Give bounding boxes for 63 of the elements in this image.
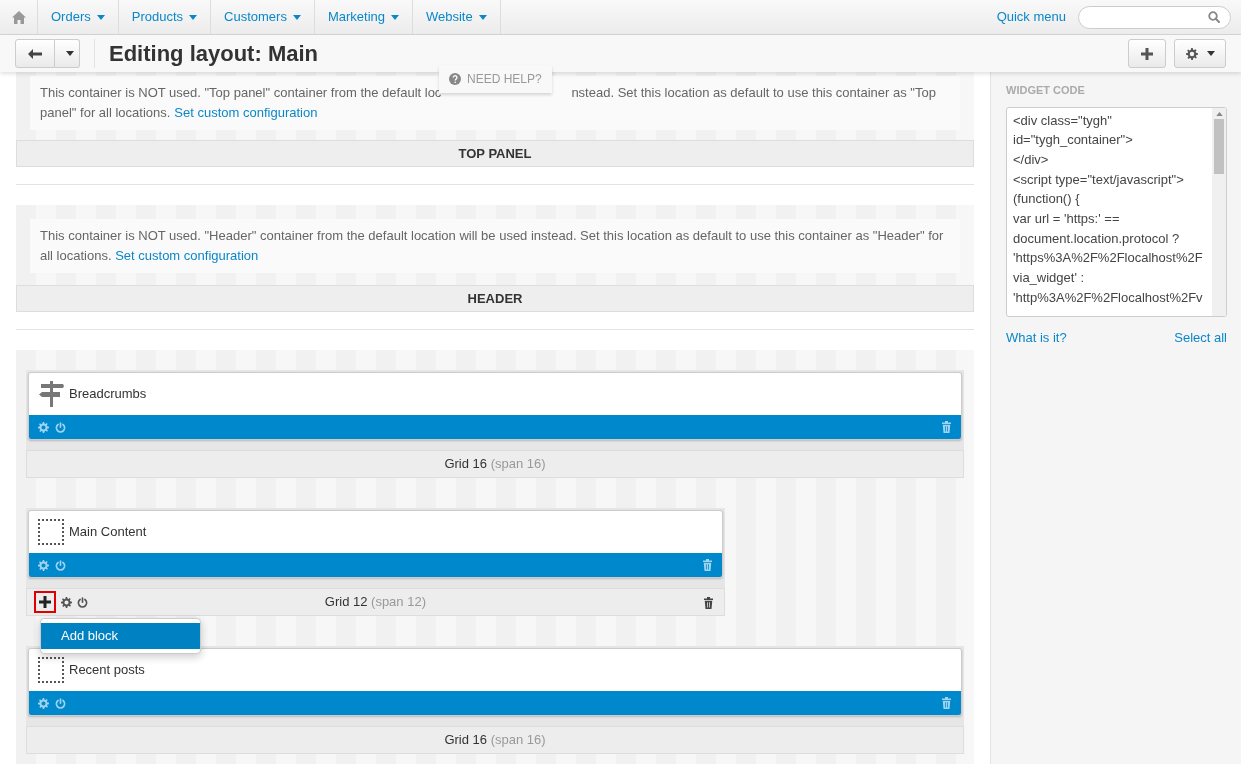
code-line: var url = 'https:' == (1013, 210, 1121, 228)
grid-label: Grid 12 (span 12) (324, 593, 426, 612)
settings-button[interactable] (1174, 39, 1226, 68)
add-button[interactable] (34, 591, 56, 613)
code-line: id="tygh_container"> (1013, 131, 1134, 150)
empty-block-icon (38, 657, 64, 683)
nav-menu-item[interactable]: Customers (211, 0, 315, 34)
empty-block-icon (38, 519, 64, 545)
container-title-bar: TOP PANEL (16, 140, 974, 167)
block-title: Main Content (69, 523, 147, 542)
caret-icon (189, 14, 198, 20)
scroll-up-icon[interactable] (1215, 111, 1223, 116)
code-line: document.location.protocol ? (1013, 229, 1181, 248)
signpost-icon (38, 381, 64, 407)
plus-icon (39, 596, 51, 608)
back-dropdown-button[interactable] (55, 39, 80, 68)
gear-icon[interactable] (61, 596, 72, 608)
block-title: Breadcrumbs (69, 385, 147, 404)
back-button[interactable] (15, 39, 55, 68)
select-all-link[interactable]: Select all (1174, 327, 1227, 347)
nav-menu-item[interactable]: Orders (38, 0, 119, 34)
caret-icon (292, 14, 301, 20)
code-line: via_widget' : (1013, 269, 1086, 288)
code-line: <div class="tygh" (1013, 111, 1113, 130)
nav-menu-item[interactable]: Products (118, 0, 212, 34)
back-arrow-icon (28, 48, 42, 59)
code-line: (function() { (1013, 190, 1081, 209)
block-title: Recent posts (69, 661, 145, 680)
plus-icon (1141, 47, 1153, 60)
notice-text: nstead. Set this location as default to use this container as "Top (571, 84, 936, 102)
custom-configuration-link[interactable]: Set custom configuration (115, 248, 259, 263)
gear-icon[interactable] (1185, 47, 1198, 60)
grid-label: Grid 16 (span 16) (444, 455, 546, 474)
trash-icon[interactable] (702, 597, 714, 609)
code-line: </div> (1013, 150, 1050, 169)
need-help-tab[interactable]: NEED HELP? (439, 65, 552, 93)
what-is-it-link[interactable]: What is it? (1006, 327, 1067, 347)
home-icon (11, 10, 26, 24)
search-icon (1208, 11, 1220, 23)
code-line: 'http%3A%2F%2Flocalhost%2Fv (1013, 288, 1204, 307)
menu-item[interactable]: Add block (41, 623, 200, 649)
caret-icon (1206, 51, 1215, 56)
caret-icon (391, 14, 399, 20)
caret-icon (66, 51, 74, 56)
nav-menu-item[interactable]: Website (413, 0, 501, 34)
nav-menu-item[interactable]: Marketing (314, 0, 413, 34)
code-line: <script type="text/javascript"> (1013, 170, 1185, 189)
scrollbar-thumb[interactable] (1214, 118, 1224, 174)
container-title-bar: HEADER (16, 285, 974, 312)
widget-code-heading: WIDGET CODE (1006, 83, 1086, 98)
help-icon (449, 73, 461, 85)
notice-text: This container is NOT used. "Header" container from the default location will be used instead. Set this location as default to use this container as "Header" for all locations. Set custom configuration (40, 227, 945, 265)
custom-configuration-link[interactable]: Set custom configuration (174, 103, 318, 123)
caret-icon (478, 14, 487, 20)
page-title: Editing layout: Main (109, 40, 318, 68)
caret-icon (96, 14, 105, 20)
quick-menu-link[interactable]: Quick menu (996, 7, 1066, 27)
widget-code-textarea[interactable] (1006, 106, 1227, 317)
notice-text: panel" for all locations. (40, 104, 171, 122)
grid-label: Grid 16 (span 16) (444, 731, 546, 750)
search-field[interactable] (1078, 5, 1231, 29)
power-icon[interactable] (77, 596, 88, 608)
code-line: 'https%3A%2F%2Flocalhost%2F (1013, 249, 1204, 268)
